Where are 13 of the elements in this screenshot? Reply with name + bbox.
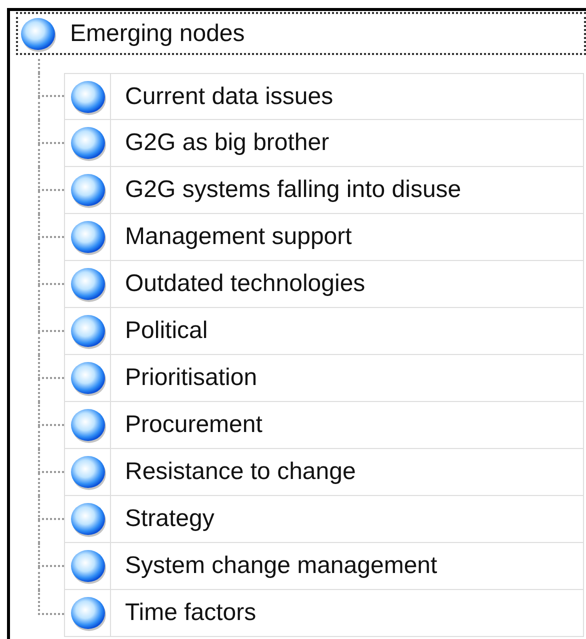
node-label: Emerging nodes: [70, 18, 245, 48]
tree-connector-line: [38, 402, 64, 449]
node-label[interactable]: Political: [111, 308, 208, 354]
tree-connector-line: [38, 167, 64, 214]
tree-connector-line: [38, 261, 64, 308]
tree-connector-line: [38, 496, 64, 543]
tree-connector-line: [38, 449, 64, 496]
tree-connector-line: [38, 355, 64, 402]
tree-connector-line: [38, 308, 64, 355]
node-label[interactable]: Strategy: [111, 496, 214, 542]
tree-connector-line: [38, 120, 64, 167]
tree-connector-line: [38, 214, 64, 261]
tree-root-item[interactable]: Emerging nodes: [16, 12, 586, 55]
